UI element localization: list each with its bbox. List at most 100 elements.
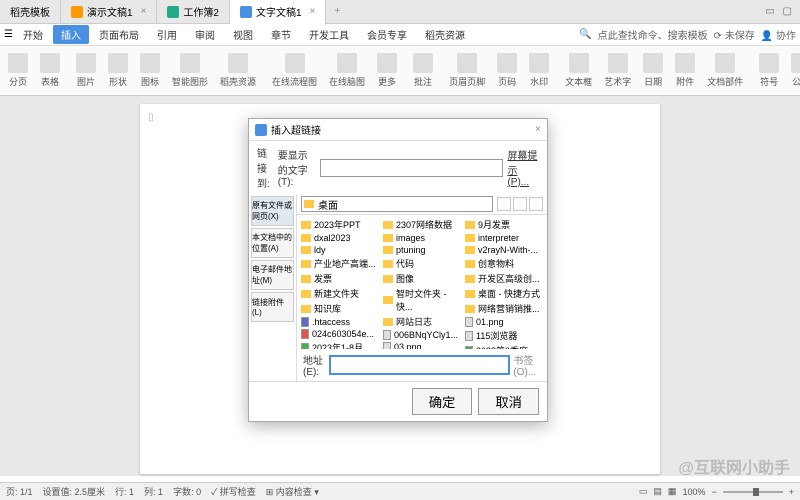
file-item[interactable]: 代码 [381,256,463,271]
menu-view[interactable]: 视图 [225,25,261,44]
ribbon-symbol[interactable]: 符号 [755,53,783,88]
ribbon-watermark[interactable]: 水印 [525,53,553,88]
path-dropdown[interactable]: 桌面 [301,196,493,212]
file-item[interactable]: 网络营销销推... [463,301,545,316]
ribbon-icons[interactable]: 图标 [136,53,164,88]
menu-resources[interactable]: 稻壳资源 [417,25,473,44]
app-menu-icon[interactable]: ☰ [4,29,13,40]
file-item[interactable]: 新建文件夹 [299,286,381,301]
search-icon[interactable]: 🔍 [579,29,591,40]
file-item[interactable]: 智时文件夹 - 快... [381,286,463,314]
close-icon[interactable]: × [310,6,316,17]
close-icon[interactable]: × [141,6,147,17]
file-item[interactable]: 01.png [463,316,545,328]
ribbon-flowchart[interactable]: 在线流程图 [268,53,321,88]
zoom-slider[interactable] [723,491,783,493]
ok-button[interactable]: 确定 [412,388,473,415]
status-chars[interactable]: 字数: 0 [173,485,201,498]
file-item[interactable]: 2023年1-8月... [299,340,381,349]
file-item[interactable]: 开发区高级创... [463,271,545,286]
menu-chapter[interactable]: 章节 [263,25,299,44]
ribbon-equation[interactable]: 公式 [787,53,800,88]
file-item[interactable]: 图像 [381,271,463,286]
screentip-button[interactable]: 屏幕提示(P)... [507,147,539,188]
file-item[interactable]: 024c603054e... [299,328,381,340]
ribbon-smartart[interactable]: 智能图形 [168,53,212,88]
view-web-icon[interactable]: ▦ [668,486,677,497]
file-item[interactable]: 006BNqYCly1... [381,329,463,341]
tab-document[interactable]: 文字文稿1× [230,0,326,24]
menu-dev[interactable]: 开发工具 [301,25,357,44]
window-min-icon[interactable]: ▭ [765,6,774,17]
ribbon-pagenum[interactable]: 页码 [493,53,521,88]
back-icon[interactable] [513,197,527,211]
file-item[interactable]: 2307网络数据 [381,217,463,232]
menu-start[interactable]: 开始 [15,25,51,44]
new-tab-button[interactable]: + [326,6,348,17]
ribbon-attachment[interactable]: 附件 [671,53,699,88]
file-item[interactable]: 2023第3季度... [463,343,545,349]
close-icon[interactable]: × [535,124,541,135]
ribbon-picture[interactable]: 图片 [72,53,100,88]
tab-presentation[interactable]: 演示文稿1× [61,0,157,24]
file-item[interactable]: 创意物料 [463,256,545,271]
collab-button[interactable]: 👤 协作 [761,27,796,42]
file-item[interactable]: 2023年PPT [299,217,381,232]
zoom-out-icon[interactable]: − [711,487,716,497]
menu-review[interactable]: 审阅 [187,25,223,44]
ribbon-date[interactable]: 日期 [639,53,667,88]
ribbon-mindmap[interactable]: 在线脑图 [325,53,369,88]
bookmark-button[interactable]: 书签(O)... [513,352,541,378]
up-folder-icon[interactable] [497,197,511,211]
menu-vip[interactable]: 会员专享 [359,25,415,44]
ribbon-more[interactable]: 更多 [373,53,401,88]
unsaved-indicator[interactable]: ⟳ 未保存 [714,27,755,42]
file-item[interactable]: 桌面 - 快捷方式 [463,286,545,301]
menu-references[interactable]: 引用 [149,25,185,44]
file-item[interactable]: 03.png [381,341,463,349]
nav-this-doc[interactable]: 本文档中的位置(A) [251,228,294,258]
view-icon[interactable] [529,197,543,211]
status-page[interactable]: 页: 1/1 [6,485,33,498]
file-item[interactable]: .htaccess [299,316,381,328]
nav-email[interactable]: 电子邮件地址(M) [251,260,294,290]
menu-insert[interactable]: 插入 [53,25,89,44]
menu-layout[interactable]: 页面布局 [91,25,147,44]
nav-attachment[interactable]: 链接附件(L) [251,292,294,322]
file-item[interactable]: images [381,232,463,244]
file-item[interactable]: 115浏览器 [463,328,545,343]
dialog-titlebar[interactable]: 插入超链接 × [249,119,547,141]
cancel-button[interactable]: 取消 [478,388,539,415]
window-max-icon[interactable]: ▢ [783,6,792,17]
file-item[interactable]: 知识库 [299,301,381,316]
display-text-input[interactable] [320,159,503,177]
file-item[interactable]: v2rayN-With-... [463,244,545,256]
ribbon-comment[interactable]: 批注 [409,53,437,88]
search-placeholder[interactable]: 点此查找命令、搜索模板 [598,27,708,42]
ribbon-resources[interactable]: 稻壳资源 [216,53,260,88]
file-item[interactable]: interpreter [463,232,545,244]
file-item[interactable]: ptuning [381,244,463,256]
file-item[interactable]: 9月发票 [463,217,545,232]
file-item[interactable]: 网站日志 [381,314,463,329]
file-item[interactable]: dxal2023 [299,232,381,244]
status-spell[interactable]: ✓ 拼写检查 [211,485,256,498]
ribbon-pagebreak[interactable]: 分页 [4,53,32,88]
tab-workbook[interactable]: 工作簿2 [157,0,230,24]
tab-template[interactable]: 稻壳模板 [0,0,61,24]
file-item[interactable]: 产业地产高端... [299,256,381,271]
file-list[interactable]: 2023年PPTdxal2023ldy产业地产高端...发票新建文件夹知识库.h… [297,215,547,349]
ribbon-shapes[interactable]: 形状 [104,53,132,88]
nav-existing-file[interactable]: 原有文件或网页(X) [251,196,294,226]
view-outline-icon[interactable]: ▤ [653,486,662,497]
ribbon-textbox[interactable]: 文本框 [561,53,596,88]
ribbon-docparts[interactable]: 文档部件 [703,53,747,88]
view-print-icon[interactable]: ▭ [639,486,648,497]
file-item[interactable]: ldy [299,244,381,256]
ribbon-wordart[interactable]: 艺术字 [600,53,635,88]
address-input[interactable] [330,356,509,374]
zoom-in-icon[interactable]: + [789,487,794,497]
ribbon-header[interactable]: 页眉页脚 [445,53,489,88]
zoom-value[interactable]: 100% [682,487,705,497]
file-item[interactable]: 发票 [299,271,381,286]
